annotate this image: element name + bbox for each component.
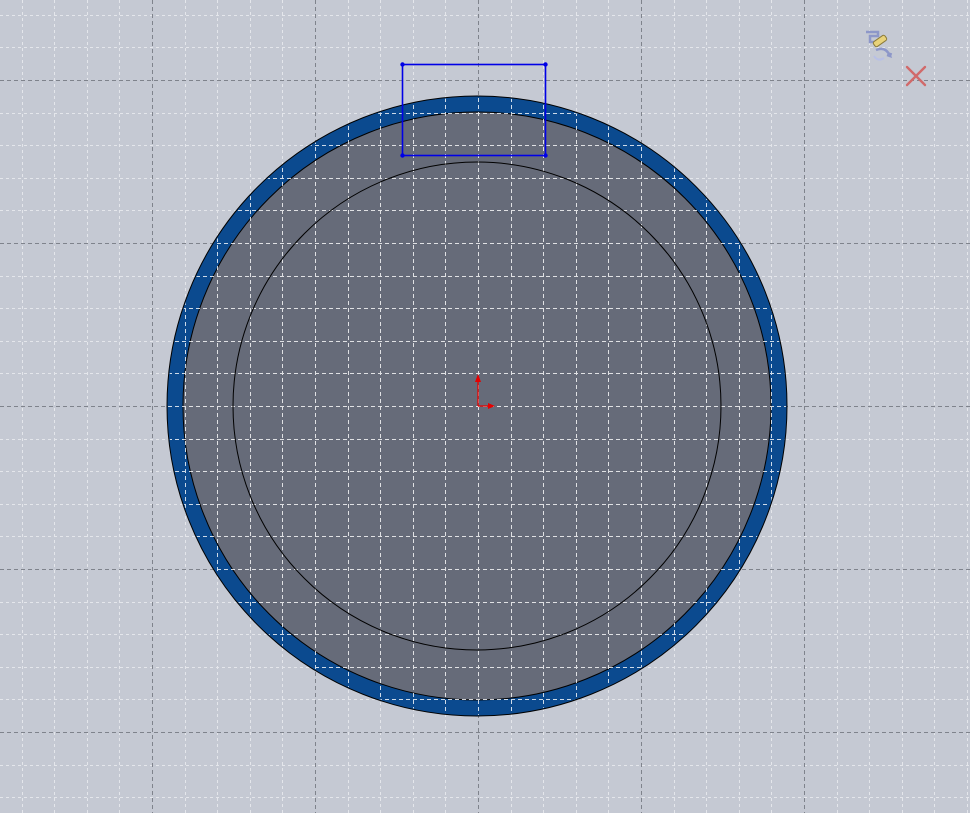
graphics-viewport[interactable] — [0, 0, 970, 813]
sketch-point-top-right[interactable] — [543, 62, 548, 67]
exit-sketch-icon[interactable] — [902, 62, 930, 90]
confirm-sketch-icon[interactable] — [860, 28, 900, 68]
sketch-point-top-left[interactable] — [400, 62, 405, 67]
sketch-point-bottom-left[interactable] — [400, 153, 405, 158]
sketch-point-bottom-right[interactable] — [543, 153, 548, 158]
